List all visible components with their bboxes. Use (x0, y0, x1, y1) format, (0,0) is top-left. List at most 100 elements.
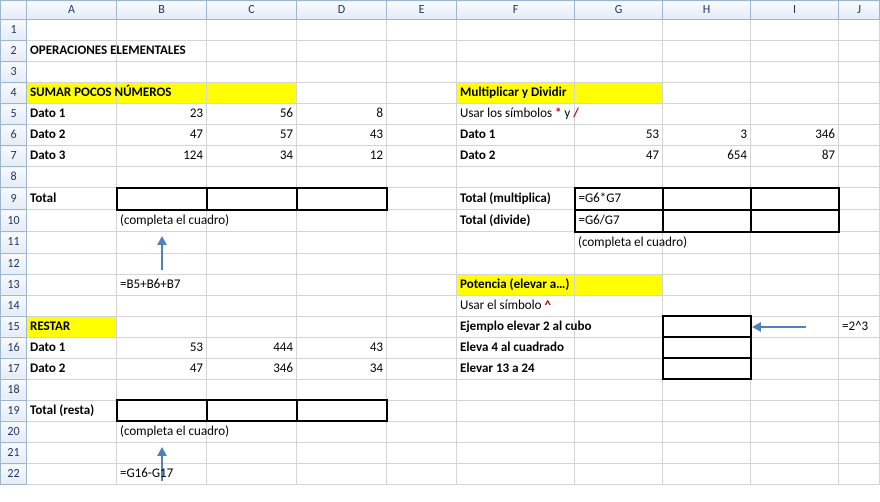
cell-D5[interactable]: 8 (297, 104, 387, 125)
cell-F17[interactable]: Elevar 13 a 24 (457, 358, 575, 379)
cell-G22[interactable] (575, 464, 663, 485)
cell-J5[interactable] (839, 104, 880, 125)
cell-B22[interactable]: =G16-G17 (117, 464, 207, 485)
cell-C2[interactable] (207, 41, 297, 62)
row-header-9[interactable]: 9 (1, 188, 27, 210)
cell-C15[interactable] (207, 316, 297, 337)
cell-G9[interactable]: =G6*G7 (575, 188, 663, 210)
cell-H21[interactable] (663, 443, 751, 464)
cell-F13[interactable]: Potencia (elevar a…) (457, 274, 575, 295)
cell-I21[interactable] (751, 443, 839, 464)
cell-A2[interactable]: OPERACIONES ELEMENTALES (27, 41, 117, 62)
cell-B12[interactable] (117, 253, 207, 274)
cell-A8[interactable] (27, 167, 117, 188)
cell-H5[interactable] (663, 104, 751, 125)
cell-I5[interactable] (751, 104, 839, 125)
select-all-corner[interactable] (1, 1, 27, 20)
cell-H18[interactable] (663, 379, 751, 400)
cell-H20[interactable] (663, 421, 751, 443)
cell-C3[interactable] (207, 62, 297, 83)
cell-H4[interactable] (663, 83, 751, 104)
cell-D22[interactable] (297, 464, 387, 485)
cell-J11[interactable] (839, 232, 880, 254)
col-header-A[interactable]: A (27, 1, 117, 20)
cell-A16[interactable]: Dato 1 (27, 337, 117, 358)
cell-I17[interactable] (751, 358, 839, 379)
cell-E14[interactable] (387, 295, 457, 316)
cell-F14[interactable]: Usar el símbolo ^ (457, 295, 575, 316)
row-header-22[interactable]: 22 (1, 464, 27, 485)
cell-D8[interactable] (297, 167, 387, 188)
row-header-19[interactable]: 19 (1, 400, 27, 421)
cell-A3[interactable] (27, 62, 117, 83)
cell-J6[interactable] (839, 125, 880, 146)
cell-B11[interactable] (117, 232, 207, 254)
cell-D12[interactable] (297, 253, 387, 274)
cell-B1[interactable] (117, 20, 207, 41)
row-header-18[interactable]: 18 (1, 379, 27, 400)
cell-J22[interactable] (839, 464, 880, 485)
cell-C17[interactable]: 346 (207, 358, 297, 379)
cell-E12[interactable] (387, 253, 457, 274)
cell-D19[interactable] (297, 400, 387, 421)
row-header-4[interactable]: 4 (1, 83, 27, 104)
cell-A19[interactable]: Total (resta) (27, 400, 117, 421)
cell-D11[interactable] (297, 232, 387, 254)
cell-A22[interactable] (27, 464, 117, 485)
row-header-13[interactable]: 13 (1, 274, 27, 295)
cell-J21[interactable] (839, 443, 880, 464)
cell-F21[interactable] (457, 443, 575, 464)
cell-C21[interactable] (207, 443, 297, 464)
cell-F15[interactable]: Ejemplo elevar 2 al cubo (457, 316, 575, 337)
cell-E3[interactable] (387, 62, 457, 83)
cell-H14[interactable] (663, 295, 751, 316)
cell-J3[interactable] (839, 62, 880, 83)
cell-G21[interactable] (575, 443, 663, 464)
cell-A11[interactable] (27, 232, 117, 254)
col-header-J[interactable]: J (839, 1, 880, 20)
cell-J4[interactable] (839, 83, 880, 104)
row-header-7[interactable]: 7 (1, 146, 27, 167)
cell-J10[interactable] (839, 210, 880, 232)
cell-I19[interactable] (751, 400, 839, 421)
cell-J13[interactable] (839, 274, 880, 295)
cell-I12[interactable] (751, 253, 839, 274)
cell-J17[interactable] (839, 358, 880, 379)
cell-J14[interactable] (839, 295, 880, 316)
cell-C22[interactable] (207, 464, 297, 485)
cell-B14[interactable] (117, 295, 207, 316)
cell-F4[interactable]: Multiplicar y Dividir (457, 83, 575, 104)
cell-I13[interactable] (751, 274, 839, 295)
cell-E20[interactable] (387, 421, 457, 443)
cell-E8[interactable] (387, 167, 457, 188)
cell-H7[interactable]: 654 (663, 146, 751, 167)
cell-H6[interactable]: 3 (663, 125, 751, 146)
cell-D3[interactable] (297, 62, 387, 83)
cell-F9[interactable]: Total (multiplica) (457, 188, 575, 210)
cell-I20[interactable] (751, 421, 839, 443)
cell-G20[interactable] (575, 421, 663, 443)
cell-G14[interactable] (575, 295, 663, 316)
cell-G5[interactable] (575, 104, 663, 125)
cell-I11[interactable] (751, 232, 839, 254)
cell-B7[interactable]: 124 (117, 146, 207, 167)
cell-A21[interactable] (27, 443, 117, 464)
cell-H19[interactable] (663, 400, 751, 421)
cell-H16[interactable] (663, 337, 751, 358)
cell-I16[interactable] (751, 337, 839, 358)
cell-J7[interactable] (839, 146, 880, 167)
cell-E6[interactable] (387, 125, 457, 146)
cell-F18[interactable] (457, 379, 575, 400)
row-header-10[interactable]: 10 (1, 210, 27, 232)
cell-A1[interactable] (27, 20, 117, 41)
cell-I2[interactable] (751, 41, 839, 62)
cell-C14[interactable] (207, 295, 297, 316)
cell-F5[interactable]: Usar los símbolos * y / (457, 104, 575, 125)
row-header-6[interactable]: 6 (1, 125, 27, 146)
cell-E10[interactable] (387, 210, 457, 232)
cell-G7[interactable]: 47 (575, 146, 663, 167)
cell-F7[interactable]: Dato 2 (457, 146, 575, 167)
row-header-15[interactable]: 15 (1, 316, 27, 337)
cell-A6[interactable]: Dato 2 (27, 125, 117, 146)
cell-J15[interactable]: =2^3 (839, 316, 880, 337)
